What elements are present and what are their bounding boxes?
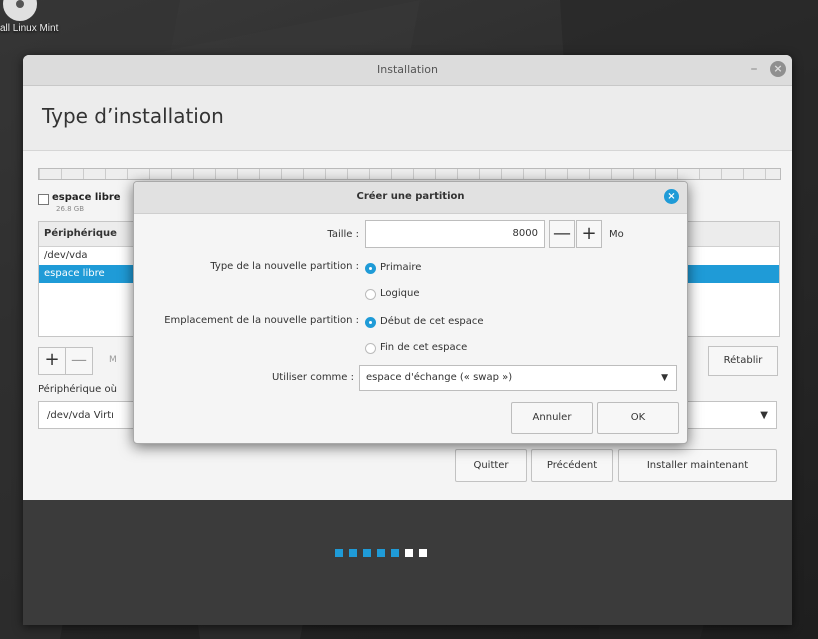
- size-label: Taille :: [327, 229, 359, 240]
- primary-radio[interactable]: [365, 263, 376, 274]
- disk-usage-bar: [38, 168, 781, 180]
- step-dot: [335, 549, 343, 557]
- primary-radio-label[interactable]: Primaire: [380, 262, 421, 273]
- bootloader-label: Périphérique où: [38, 384, 117, 395]
- location-start-radio[interactable]: [365, 317, 376, 328]
- use-as-value: espace d'échange (« swap »): [366, 372, 513, 383]
- remove-partition-button[interactable]: —: [65, 347, 93, 375]
- step-dot: [405, 549, 413, 557]
- previous-button[interactable]: Précédent: [531, 449, 613, 482]
- dropdown-arrow-icon: ▼: [760, 410, 768, 421]
- size-input[interactable]: 8000: [365, 220, 545, 248]
- window-close-button[interactable]: ×: [770, 61, 786, 77]
- row-label: espace libre: [44, 268, 105, 279]
- step-dot: [391, 549, 399, 557]
- disc-icon[interactable]: [0, 0, 40, 22]
- partition-location-label: Emplacement de la nouvelle partition :: [164, 315, 359, 326]
- free-space-size: 26.8 GB: [56, 205, 85, 213]
- dialog-header[interactable]: Créer une partition ×: [134, 182, 687, 214]
- dialog-title: Créer une partition: [356, 191, 465, 202]
- step-dot: [377, 549, 385, 557]
- bootloader-value: /dev/vda Virtı: [47, 410, 114, 421]
- install-now-button[interactable]: Installer maintenant: [618, 449, 777, 482]
- window-titlebar[interactable]: Installation – ×: [23, 55, 792, 86]
- cancel-button[interactable]: Annuler: [511, 402, 593, 434]
- location-end-radio[interactable]: [365, 343, 376, 354]
- ok-button[interactable]: OK: [597, 402, 679, 434]
- row-label: /dev/vda: [44, 250, 88, 261]
- quit-button[interactable]: Quitter: [455, 449, 527, 482]
- size-decrement-button[interactable]: —: [549, 220, 575, 248]
- create-partition-dialog: Créer une partition × Taille : 8000 — + …: [133, 181, 688, 444]
- size-increment-button[interactable]: +: [576, 220, 602, 248]
- logical-radio-label[interactable]: Logique: [380, 288, 419, 299]
- free-space-swatch: [38, 194, 49, 205]
- page-header: Type d’installation: [23, 86, 792, 151]
- window-title: Installation: [377, 63, 438, 76]
- dropdown-arrow-icon: ▼: [661, 373, 668, 383]
- location-end-radio-label[interactable]: Fin de cet espace: [380, 342, 467, 353]
- free-space-label: espace libre: [52, 192, 121, 203]
- partition-type-label: Type de la nouvelle partition :: [210, 261, 359, 272]
- minimize-button[interactable]: –: [746, 60, 762, 78]
- add-partition-button[interactable]: +: [38, 347, 66, 375]
- use-as-label: Utiliser comme :: [271, 372, 354, 383]
- step-dot: [363, 549, 371, 557]
- logical-radio[interactable]: [365, 289, 376, 300]
- dialog-close-button[interactable]: ×: [664, 189, 679, 204]
- step-dot: [419, 549, 427, 557]
- step-indicator: [335, 547, 433, 557]
- reset-button[interactable]: Rétablir: [708, 346, 778, 376]
- desktop-icon-label[interactable]: all Linux Mint: [0, 23, 58, 34]
- progress-slideshow: [23, 500, 792, 625]
- change-partition-button[interactable]: M: [109, 355, 117, 365]
- use-as-select[interactable]: espace d'échange (« swap ») ▼: [359, 365, 677, 391]
- size-unit-label: Mo: [609, 229, 624, 240]
- page-title: Type d’installation: [42, 104, 224, 128]
- step-dot: [349, 549, 357, 557]
- location-start-radio-label[interactable]: Début de cet espace: [380, 316, 484, 327]
